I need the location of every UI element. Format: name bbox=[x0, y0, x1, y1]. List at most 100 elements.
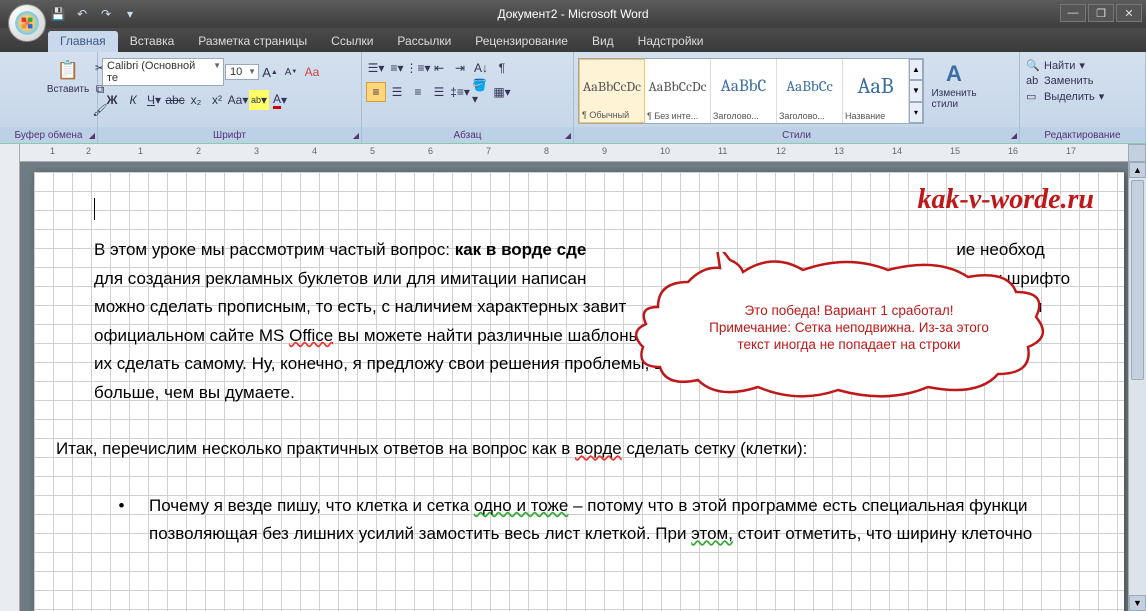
group-styles: AaBbCcDc¶ Обычный AaBbCcDc¶ Без инте... … bbox=[574, 52, 1020, 143]
paragraph-label: Абзац bbox=[453, 130, 481, 141]
group-paragraph: ☰▾ ≡▾ ⋮≡▾ ⇤ ⇥ A↓ ¶ ≡ ☰ ≡ ☰ ‡≡▾ 🪣▾ ▦▾ Абз… bbox=[362, 52, 574, 143]
tab-view[interactable]: Вид bbox=[580, 31, 626, 52]
scroll-down-icon[interactable]: ▼ bbox=[1129, 595, 1146, 611]
callout-line1: Это победа! Вариант 1 сработал! bbox=[672, 302, 1026, 319]
ruler-toggle-icon[interactable] bbox=[1128, 144, 1146, 162]
style-normal[interactable]: AaBbCcDc¶ Обычный bbox=[579, 59, 645, 123]
subscript-icon[interactable]: x₂ bbox=[186, 90, 206, 110]
style-title[interactable]: AaBНазвание bbox=[843, 59, 909, 123]
font-name-combo[interactable]: Calibri (Основной те▼ bbox=[102, 58, 224, 86]
qat-customize-icon[interactable]: ▾ bbox=[120, 4, 140, 24]
styles-more-icon[interactable]: ▾ bbox=[909, 102, 923, 123]
quick-access-toolbar: 💾 ↶ ↷ ▾ bbox=[48, 4, 140, 24]
paragraph-launcher-icon[interactable]: ◢ bbox=[565, 131, 571, 140]
text-cursor bbox=[94, 198, 95, 220]
shading-icon[interactable]: 🪣▾ bbox=[471, 82, 491, 102]
select-button[interactable]: ▭Выделить ▾ bbox=[1024, 89, 1106, 104]
align-left-icon[interactable]: ≡ bbox=[366, 82, 386, 102]
font-color-icon[interactable]: A▾ bbox=[270, 90, 290, 110]
paste-icon: 📋 bbox=[56, 58, 80, 82]
tab-review[interactable]: Рецензирование bbox=[463, 31, 580, 52]
font-launcher-icon[interactable]: ◢ bbox=[353, 131, 359, 140]
group-editing: 🔍Найти ▾ abЗаменить ▭Выделить ▾ Редактир… bbox=[1020, 52, 1146, 143]
shrink-font-icon[interactable]: A▼ bbox=[281, 62, 301, 82]
callout-line2: Примечание: Сетка неподвижна. Из-за этог… bbox=[672, 319, 1026, 336]
change-styles-icon: A bbox=[942, 62, 966, 86]
change-styles-label: Изменить стили bbox=[931, 88, 976, 110]
bullets-icon[interactable]: ☰▾ bbox=[366, 58, 386, 78]
justify-icon[interactable]: ☰ bbox=[429, 82, 449, 102]
watermark: kak-v-worde.ru bbox=[917, 184, 1094, 216]
window-title: Документ2 - Microsoft Word bbox=[497, 7, 648, 21]
tab-home[interactable]: Главная bbox=[48, 31, 118, 52]
clear-format-icon[interactable]: Aa bbox=[302, 62, 322, 82]
show-marks-icon[interactable]: ¶ bbox=[492, 58, 512, 78]
style-heading1[interactable]: AaBbCЗаголово... bbox=[711, 59, 777, 123]
styles-scroll-up-icon[interactable]: ▲ bbox=[909, 59, 923, 80]
style-no-spacing[interactable]: AaBbCcDc¶ Без инте... bbox=[645, 59, 711, 123]
callout-line3: текст иногда не попадает на строки bbox=[672, 336, 1026, 353]
editing-label: Редактирование bbox=[1044, 130, 1120, 141]
styles-launcher-icon[interactable]: ◢ bbox=[1011, 131, 1017, 140]
office-button[interactable] bbox=[8, 4, 46, 42]
replace-button[interactable]: abЗаменить bbox=[1024, 74, 1095, 88]
redo-icon[interactable]: ↷ bbox=[96, 4, 116, 24]
scroll-up-icon[interactable]: ▲ bbox=[1129, 162, 1146, 178]
workspace: 121234567891011121314151617 kak-v-worde.… bbox=[0, 144, 1146, 611]
group-clipboard: 📋 Вставить ✂ ⧉ 🖌 Буфер обмена◢ bbox=[0, 52, 98, 143]
close-button[interactable]: ✕ bbox=[1116, 4, 1142, 22]
undo-icon[interactable]: ↶ bbox=[72, 4, 92, 24]
underline-icon[interactable]: Ч▾ bbox=[144, 90, 164, 110]
indent-decrease-icon[interactable]: ⇤ bbox=[429, 58, 449, 78]
ribbon-tabs: Главная Вставка Разметка страницы Ссылки… bbox=[0, 28, 1146, 52]
vertical-scrollbar[interactable]: ▲ ▼ bbox=[1128, 162, 1146, 611]
styles-gallery[interactable]: AaBbCcDc¶ Обычный AaBbCcDc¶ Без инте... … bbox=[578, 58, 924, 124]
document-area[interactable]: kak-v-worde.ru Это победа! Вариант 1 сра… bbox=[20, 162, 1128, 611]
font-label: Шрифт bbox=[213, 130, 246, 141]
tab-addins[interactable]: Надстройки bbox=[626, 31, 716, 52]
title-bar: 💾 ↶ ↷ ▾ Документ2 - Microsoft Word — ❐ ✕ bbox=[0, 0, 1146, 28]
italic-icon[interactable]: К bbox=[123, 90, 143, 110]
grow-font-icon[interactable]: A▲ bbox=[260, 62, 280, 82]
tab-mailings[interactable]: Рассылки bbox=[385, 31, 463, 52]
scroll-thumb[interactable] bbox=[1131, 180, 1144, 380]
page[interactable]: kak-v-worde.ru Это победа! Вариант 1 сра… bbox=[34, 172, 1124, 611]
indent-increase-icon[interactable]: ⇥ bbox=[450, 58, 470, 78]
tab-layout[interactable]: Разметка страницы bbox=[186, 31, 319, 52]
select-icon: ▭ bbox=[1026, 90, 1040, 103]
highlight-icon[interactable]: ab▾ bbox=[249, 90, 269, 110]
styles-scroll-down-icon[interactable]: ▼ bbox=[909, 80, 923, 101]
ribbon: 📋 Вставить ✂ ⧉ 🖌 Буфер обмена◢ Calibri (… bbox=[0, 52, 1146, 144]
clipboard-label: Буфер обмена bbox=[15, 130, 83, 141]
vertical-ruler[interactable] bbox=[0, 144, 20, 611]
find-icon: 🔍 bbox=[1026, 59, 1040, 72]
minimize-button[interactable]: — bbox=[1060, 4, 1086, 22]
change-case-icon[interactable]: Aa▾ bbox=[228, 90, 248, 110]
align-right-icon[interactable]: ≡ bbox=[408, 82, 428, 102]
maximize-button[interactable]: ❐ bbox=[1088, 4, 1114, 22]
find-button[interactable]: 🔍Найти ▾ bbox=[1024, 58, 1087, 73]
superscript-icon[interactable]: x² bbox=[207, 90, 227, 110]
line-spacing-icon[interactable]: ‡≡▾ bbox=[450, 82, 470, 102]
strikethrough-icon[interactable]: abc bbox=[165, 90, 185, 110]
paste-button[interactable]: 📋 Вставить bbox=[48, 54, 88, 95]
group-font: Calibri (Основной те▼ 10▼ A▲ A▼ Aa Ж К Ч… bbox=[98, 52, 362, 143]
bold-icon[interactable]: Ж bbox=[102, 90, 122, 110]
change-styles-button[interactable]: A Изменить стили bbox=[926, 58, 982, 110]
replace-icon: ab bbox=[1026, 75, 1040, 87]
font-size-combo[interactable]: 10▼ bbox=[225, 64, 259, 80]
numbering-icon[interactable]: ≡▾ bbox=[387, 58, 407, 78]
styles-label: Стили bbox=[782, 130, 811, 141]
align-center-icon[interactable]: ☰ bbox=[387, 82, 407, 102]
borders-icon[interactable]: ▦▾ bbox=[492, 82, 512, 102]
tab-insert[interactable]: Вставка bbox=[118, 31, 187, 52]
style-heading2[interactable]: AaBbCcЗаголово... bbox=[777, 59, 843, 123]
paste-label: Вставить bbox=[47, 84, 89, 95]
horizontal-ruler[interactable]: 121234567891011121314151617 bbox=[20, 144, 1146, 162]
clipboard-launcher-icon[interactable]: ◢ bbox=[89, 131, 95, 140]
callout-shape: Это победа! Вариант 1 сработал! Примечан… bbox=[628, 252, 1058, 402]
tab-references[interactable]: Ссылки bbox=[319, 31, 385, 52]
sort-icon[interactable]: A↓ bbox=[471, 58, 491, 78]
save-icon[interactable]: 💾 bbox=[48, 4, 68, 24]
multilevel-icon[interactable]: ⋮≡▾ bbox=[408, 58, 428, 78]
